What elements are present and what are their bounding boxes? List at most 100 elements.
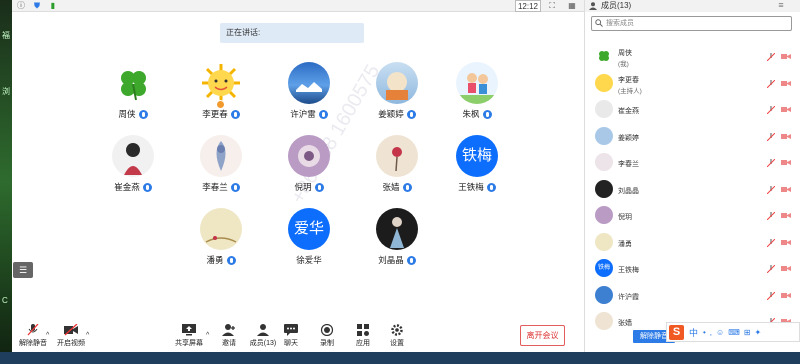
member-name: 崔金燕 (618, 108, 639, 115)
video-off-icon[interactable] (781, 239, 791, 246)
mic-muted-icon[interactable] (767, 79, 775, 88)
list-item[interactable]: 刘晶晶 (585, 177, 800, 204)
participant-name: 李更春 (202, 109, 228, 119)
list-item[interactable]: 倪玥 (585, 203, 800, 230)
info-icon[interactable]: ⓘ (16, 1, 26, 11)
video-off-icon[interactable] (781, 80, 791, 87)
leave-meeting-button[interactable]: 离开会议 (520, 325, 565, 346)
video-off-icon[interactable] (781, 159, 791, 166)
fullscreen-icon[interactable]: ⛶ (547, 1, 557, 11)
mic-muted-icon[interactable] (767, 291, 775, 300)
video-off-icon[interactable] (781, 212, 791, 219)
video-off-icon[interactable] (781, 292, 791, 299)
apps-button[interactable]: 应用 (346, 324, 380, 352)
participant-tile[interactable]: 倪玥 (264, 135, 354, 193)
list-item[interactable]: 姜颖婷 (585, 124, 800, 151)
participant-tile[interactable]: 周侠 (88, 62, 178, 120)
mic-icon (230, 110, 240, 120)
signal-icon[interactable]: ▮ (48, 1, 58, 11)
avatar (595, 153, 613, 171)
member-search-input[interactable]: 搜索成员 (591, 16, 792, 31)
ime-tools-icon[interactable]: •,☺⌨⊞✦ (703, 328, 765, 337)
chat-button[interactable]: 聊天 (274, 324, 308, 352)
mic-icon (486, 183, 496, 193)
ime-logo-icon[interactable]: S (669, 325, 684, 340)
list-item[interactable]: 崔金燕 (585, 97, 800, 124)
input-method-toolbar[interactable]: S 中 •,☺⌨⊞✦ (666, 322, 800, 342)
grid-view-icon[interactable]: ▦ (567, 1, 577, 11)
participant-tile[interactable]: 刘晶晶 (352, 208, 442, 266)
avatar (595, 232, 613, 251)
mic-icon (142, 183, 152, 193)
invite-button[interactable]: 邀请 (212, 324, 246, 352)
participant-name: 王铁梅 (458, 182, 484, 192)
list-item[interactable]: 铁梅 王铁梅 (585, 256, 800, 283)
record-button[interactable]: 录制 (310, 324, 344, 352)
participant-tile[interactable]: 潘勇 (176, 208, 266, 266)
participant-tile[interactable]: 张嫱 (352, 135, 442, 193)
participant-tile[interactable]: 许沪雷 (264, 62, 354, 120)
unmute-options-caret-icon[interactable]: ^ (46, 332, 49, 339)
participant-tile[interactable]: 朱枫 (432, 62, 522, 120)
avatar (595, 312, 613, 330)
video-off-icon[interactable] (781, 133, 791, 140)
chat-icon (284, 324, 298, 336)
share-screen-icon (182, 324, 196, 336)
participant-tile[interactable]: 李更春 (176, 62, 266, 120)
video-off-icon[interactable] (781, 265, 791, 272)
ime-mode-label[interactable]: 中 (689, 326, 698, 339)
mic-muted-icon[interactable] (767, 132, 775, 141)
list-item[interactable]: 李春兰 (585, 150, 800, 177)
start-video-button[interactable]: 开启视频 (54, 324, 88, 352)
share-screen-button[interactable]: 共享屏幕 (172, 324, 206, 352)
list-item[interactable]: 周侠 (我) (585, 44, 800, 71)
apps-icon (357, 324, 369, 336)
share-options-caret-icon[interactable]: ^ (206, 332, 209, 339)
participant-name: 周侠 (118, 109, 136, 119)
list-item[interactable]: 李更春 (主持人) (585, 71, 800, 98)
participant-tile[interactable]: 姜颖婷 (352, 62, 442, 120)
video-options-caret-icon[interactable]: ^ (86, 332, 89, 339)
participant-tile[interactable]: 爱华 徐爱华 (264, 208, 354, 266)
list-item[interactable]: 许沪霞 (585, 283, 800, 310)
mic-muted-icon (27, 324, 39, 336)
mic-muted-icon[interactable] (767, 106, 775, 114)
participant-tile[interactable]: 铁梅 王铁梅 (432, 135, 522, 193)
member-role: (主持人) (618, 87, 642, 95)
mic-muted-icon[interactable] (767, 238, 775, 247)
member-name: 许沪霞 (618, 293, 639, 301)
shield-icon[interactable]: ⛊ (32, 1, 42, 11)
unmute-button[interactable]: 解除静音 (16, 324, 50, 352)
mic-muted-icon[interactable] (767, 212, 775, 220)
participant-list-toggle-button[interactable]: ☰ (13, 262, 33, 278)
meeting-toolbar: 解除静音 ^ 开启视频 ^ 共享屏幕 ^ 邀请 成员(13) 聊天 录制 应用 … (12, 318, 584, 352)
avatar (112, 135, 154, 177)
members-panel-title: 成员(13) (601, 1, 632, 10)
settings-button[interactable]: 设置 (380, 324, 414, 352)
mic-muted-icon[interactable] (767, 185, 775, 194)
search-icon (595, 19, 603, 27)
invite-icon (222, 324, 235, 336)
mic-muted-icon[interactable] (767, 265, 775, 273)
avatar (200, 208, 242, 250)
participant-tile[interactable]: 崔金燕 (88, 135, 178, 193)
list-item[interactable]: 潘勇 (585, 230, 800, 257)
avatar (288, 135, 330, 177)
avatar (288, 62, 330, 104)
video-off-icon[interactable] (781, 106, 791, 113)
desktop-background: 福浏CEa (0, 0, 12, 364)
participant-tile[interactable]: 李春兰 (176, 135, 266, 193)
avatar (112, 62, 154, 104)
member-name: 张嫱 (618, 320, 632, 327)
mic-muted-icon[interactable] (767, 159, 775, 167)
video-off-icon[interactable] (781, 53, 791, 60)
mic-icon (402, 183, 412, 193)
video-off-icon[interactable] (781, 186, 791, 193)
members-panel-header: 成员(13) (585, 0, 800, 12)
video-off-icon (64, 324, 78, 336)
avatar (376, 62, 418, 104)
participant-name: 刘晶晶 (378, 255, 404, 265)
participant-name: 朱枫 (462, 109, 480, 119)
mic-muted-icon[interactable] (767, 53, 775, 61)
panel-collapse-icon[interactable]: ≡ (775, 0, 787, 12)
